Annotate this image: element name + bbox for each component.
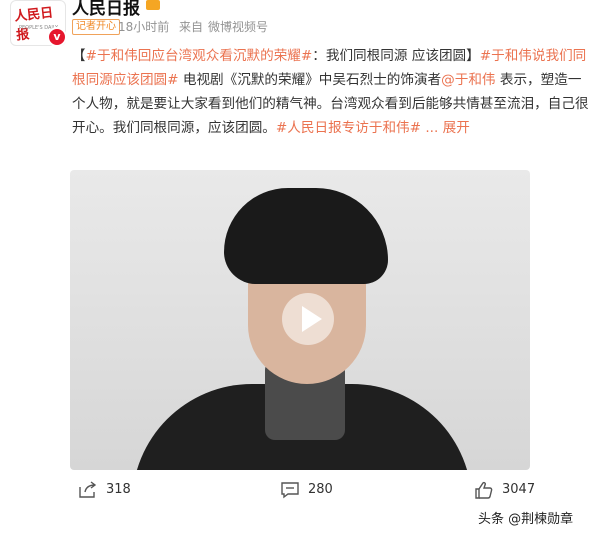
meta-tag: 记者开心 xyxy=(72,19,120,35)
post-client[interactable]: 微博视频号 xyxy=(208,18,268,35)
share-button[interactable]: 318 xyxy=(78,478,158,502)
mention-link[interactable]: @于和伟 xyxy=(441,72,495,88)
like-count: 3047 xyxy=(502,482,536,497)
video-player[interactable] xyxy=(70,170,530,470)
weibo-post: 人民日报 PEOPLE'S DAILY v 人民日报 记者开心 18小时前 来自… xyxy=(0,0,600,537)
comment-button[interactable]: 280 xyxy=(280,478,360,502)
post-time[interactable]: 18小时前 xyxy=(118,18,169,35)
like-button[interactable]: 3047 xyxy=(474,478,564,502)
post-headline: ：我们同根同源 应该团圆】 xyxy=(312,48,480,64)
hashtag-link[interactable]: #人民日报专访于和伟# xyxy=(276,120,421,136)
badge-icon xyxy=(146,0,160,10)
watermark: 头条 @荆楝勋章 xyxy=(478,512,574,527)
post-body: 电视剧《沉默的荣耀》中吴石烈士的饰演者 xyxy=(178,72,442,88)
video-person-hair xyxy=(224,188,388,284)
share-count: 318 xyxy=(106,482,131,497)
play-triangle xyxy=(302,306,322,332)
like-icon xyxy=(475,481,493,499)
verified-icon: v xyxy=(47,27,67,47)
hashtag-link[interactable]: #于和伟回应台湾观众看沉默的荣耀# xyxy=(86,48,313,64)
comment-icon xyxy=(281,482,299,499)
action-bar: 318 280 3047 xyxy=(0,478,600,502)
expand-link[interactable]: ... 展开 xyxy=(425,120,469,136)
comment-count: 280 xyxy=(308,482,333,497)
account-name[interactable]: 人民日报 xyxy=(72,0,140,19)
post-text: 【#于和伟回应台湾观众看沉默的荣耀#：我们同根同源 应该团圆】#于和伟说我们同根… xyxy=(72,48,589,136)
share-icon xyxy=(79,481,97,498)
play-icon[interactable] xyxy=(282,293,334,345)
source-label: 来自 xyxy=(179,20,204,34)
